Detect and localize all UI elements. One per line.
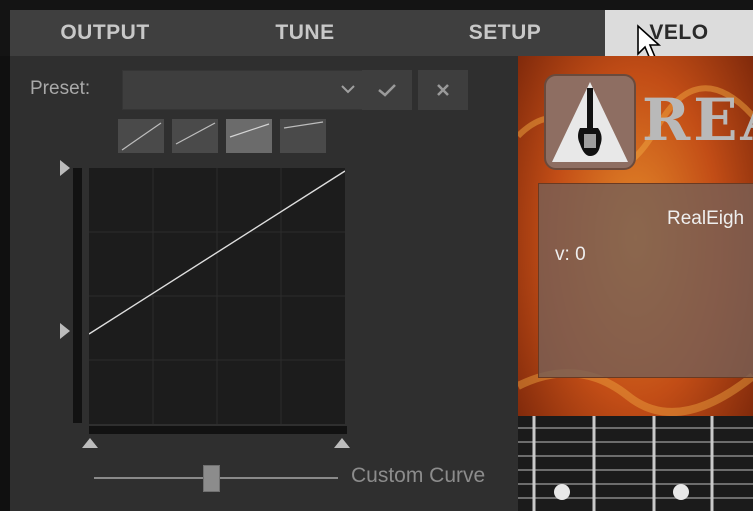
instrument-panel: REA RealEigh v: 0 (518, 56, 753, 511)
input-max-handle[interactable] (333, 437, 351, 449)
tab-tune[interactable]: TUNE (205, 10, 405, 56)
output-min-handle[interactable] (59, 322, 71, 340)
curve-linear-icon (121, 122, 162, 151)
custom-curve-slider-knob[interactable] (202, 465, 220, 492)
close-icon (437, 84, 449, 96)
curve-preset-3-button[interactable] (226, 119, 272, 153)
input-range-track (89, 426, 347, 434)
output-range-track (73, 168, 82, 423)
output-max-handle[interactable] (59, 159, 71, 177)
velocity-readout-value: 0 (575, 244, 586, 265)
curve-preset-4-button[interactable] (280, 119, 326, 153)
tab-velo[interactable]: VELO (605, 10, 753, 56)
curve-flat-icon (283, 121, 324, 129)
check-icon (378, 84, 396, 97)
instrument-info-box: RealEigh v: 0 (538, 183, 753, 378)
instrument-logo (544, 74, 636, 170)
input-min-handle[interactable] (81, 437, 99, 449)
curve-softer-icon (229, 123, 270, 138)
curve-soft-icon (175, 122, 216, 145)
brand-title: REA (642, 86, 753, 154)
velocity-curve-graph[interactable] (89, 168, 345, 424)
custom-curve-label: Custom Curve (351, 464, 486, 487)
curve-preset-linear-button[interactable] (118, 119, 164, 153)
tab-output[interactable]: OUTPUT (10, 10, 200, 56)
curve-preset-2-button[interactable] (172, 119, 218, 153)
preset-label: Preset: (30, 78, 91, 99)
preset-cancel-button[interactable] (418, 70, 468, 110)
guitar-logo-icon (552, 82, 628, 162)
preset-dropdown[interactable] (122, 70, 365, 110)
chevron-down-icon (341, 85, 355, 94)
preset-confirm-button[interactable] (362, 70, 412, 110)
tab-setup[interactable]: SETUP (410, 10, 600, 56)
velocity-readout: v: 0 (555, 244, 586, 266)
velocity-panel: Preset: Custom Curve (10, 56, 518, 511)
velocity-readout-label: v: (555, 244, 570, 265)
instrument-name: RealEigh (667, 208, 745, 229)
fretboard[interactable] (518, 416, 753, 511)
